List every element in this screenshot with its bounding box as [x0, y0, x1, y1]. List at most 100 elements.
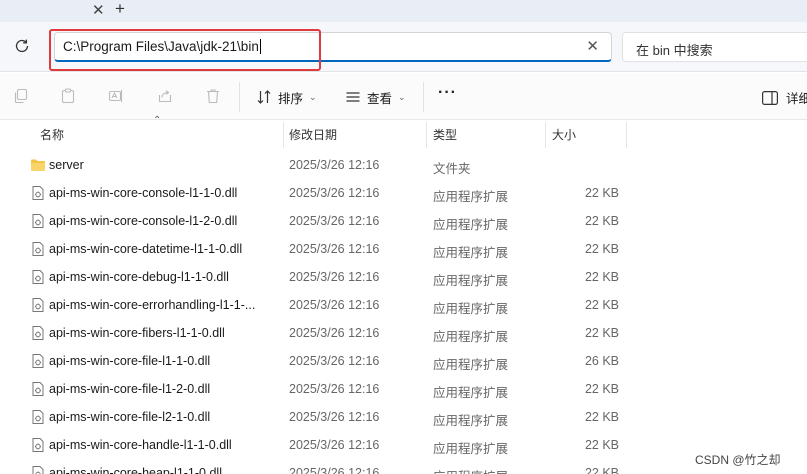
file-type: 文件夹 — [433, 162, 471, 176]
column-header: ⌃ 名称 修改日期 类型 大小 — [0, 115, 807, 148]
dll-file-icon — [32, 466, 44, 474]
sort-icon — [257, 90, 271, 104]
dll-file-icon — [32, 354, 44, 368]
watermark: CSDN @竹之却 — [695, 453, 781, 467]
file-date: 2025/3/26 12:16 — [289, 214, 380, 228]
sort-label: 排序 — [278, 91, 304, 106]
file-date: 2025/3/26 12:16 — [289, 466, 380, 474]
details-label: 详细 — [786, 92, 807, 106]
copy-icon[interactable] — [13, 88, 29, 104]
dll-file-icon — [32, 242, 44, 256]
file-size: 22 KB — [584, 298, 619, 312]
file-type: 应用程序扩展 — [433, 274, 509, 288]
view-button[interactable]: 查看 ⌄ — [345, 87, 406, 107]
clear-address-icon[interactable]: ✕ — [586, 37, 599, 55]
file-name: api-ms-win-core-file-l2-1-0.dll — [49, 410, 211, 424]
new-tab-button[interactable]: + — [115, 0, 125, 19]
list-item[interactable]: api-ms-win-core-errorhandling-l1-1-... 2… — [0, 291, 807, 319]
column-date[interactable]: 修改日期 — [289, 126, 337, 143]
details-pane-icon — [762, 90, 778, 105]
file-date: 2025/3/26 12:16 — [289, 410, 380, 424]
file-name: api-ms-win-core-console-l1-1-0.dll — [49, 186, 238, 200]
details-pane-button[interactable]: 详细 — [762, 88, 807, 107]
dll-file-icon — [32, 298, 44, 312]
list-item[interactable]: api-ms-win-core-file-l1-2-0.dll 2025/3/2… — [0, 375, 807, 403]
file-size: 22 KB — [584, 410, 619, 424]
file-name: api-ms-win-core-file-l1-1-0.dll — [49, 354, 211, 368]
sort-button[interactable]: 排序 ⌄ — [256, 87, 317, 107]
file-name: api-ms-win-core-file-l1-2-0.dll — [49, 382, 211, 396]
refresh-icon[interactable] — [14, 38, 30, 54]
list-item[interactable]: api-ms-win-core-console-l1-2-0.dll 2025/… — [0, 207, 807, 235]
list-item[interactable]: api-ms-win-core-file-l2-1-0.dll 2025/3/2… — [0, 403, 807, 431]
file-type: 应用程序扩展 — [433, 414, 509, 428]
paste-icon[interactable] — [60, 88, 76, 104]
list-item[interactable]: api-ms-win-core-heap-l1-1-0.dll 2025/3/2… — [0, 459, 807, 474]
delete-icon[interactable] — [205, 88, 221, 104]
file-type: 应用程序扩展 — [433, 386, 509, 400]
address-bar-row: C:\Program Files\Java\jdk-21\bin ✕ 在 bin… — [0, 22, 807, 72]
dll-file-icon — [32, 214, 44, 228]
column-divider[interactable] — [545, 122, 546, 148]
file-type: 应用程序扩展 — [433, 190, 509, 204]
view-label: 查看 — [367, 91, 393, 106]
share-icon[interactable] — [157, 88, 173, 104]
file-size: 22 KB — [584, 326, 619, 340]
command-bar: 排序 ⌄ 查看 ⌄ ··· 详细 — [0, 73, 807, 120]
address-input[interactable]: C:\Program Files\Java\jdk-21\bin ✕ — [54, 32, 612, 62]
list-item[interactable]: api-ms-win-core-debug-l1-1-0.dll 2025/3/… — [0, 263, 807, 291]
file-name: api-ms-win-core-datetime-l1-1-0.dll — [49, 242, 243, 256]
column-divider[interactable] — [626, 122, 627, 148]
file-size: 22 KB — [584, 242, 619, 256]
column-divider[interactable] — [426, 122, 427, 148]
file-date: 2025/3/26 12:16 — [289, 158, 380, 172]
chevron-down-icon: ⌄ — [398, 91, 406, 102]
column-divider[interactable] — [283, 122, 284, 148]
folder-icon — [31, 159, 45, 171]
column-type[interactable]: 类型 — [433, 126, 457, 143]
file-type: 应用程序扩展 — [433, 330, 509, 344]
file-type: 应用程序扩展 — [433, 358, 509, 372]
file-date: 2025/3/26 12:16 — [289, 382, 380, 396]
file-size: 26 KB — [584, 354, 619, 368]
tab-strip: ✕ + — [0, 0, 807, 22]
file-size: 22 KB — [584, 270, 619, 284]
column-size[interactable]: 大小 — [552, 126, 576, 143]
file-name: api-ms-win-core-heap-l1-1-0.dll — [49, 466, 222, 474]
file-size: 22 KB — [584, 382, 619, 396]
file-date: 2025/3/26 12:16 — [289, 186, 380, 200]
tab-close-button[interactable]: ✕ — [92, 1, 105, 19]
search-input[interactable]: 在 bin 中搜索 — [622, 32, 807, 62]
list-item[interactable]: api-ms-win-core-datetime-l1-1-0.dll 2025… — [0, 235, 807, 263]
list-item[interactable]: api-ms-win-core-file-l1-1-0.dll 2025/3/2… — [0, 347, 807, 375]
file-name: server — [49, 158, 84, 172]
file-type: 应用程序扩展 — [433, 302, 509, 316]
rename-icon[interactable] — [108, 88, 124, 104]
list-item[interactable]: api-ms-win-core-fibers-l1-1-0.dll 2025/3… — [0, 319, 807, 347]
file-date: 2025/3/26 12:16 — [289, 298, 380, 312]
more-options-button[interactable]: ··· — [438, 84, 457, 102]
file-date: 2025/3/26 12:16 — [289, 270, 380, 284]
dll-file-icon — [32, 326, 44, 340]
file-size: 22 KB — [584, 466, 619, 474]
dll-file-icon — [32, 382, 44, 396]
file-name: api-ms-win-core-errorhandling-l1-1-... — [49, 298, 256, 312]
list-item[interactable]: server 2025/3/26 12:16 文件夹 — [0, 151, 807, 179]
dll-file-icon — [32, 410, 44, 424]
address-path: C:\Program Files\Java\jdk-21\bin — [63, 39, 261, 54]
dll-file-icon — [32, 270, 44, 284]
chevron-down-icon: ⌄ — [309, 91, 317, 102]
list-item[interactable]: api-ms-win-core-console-l1-1-0.dll 2025/… — [0, 179, 807, 207]
file-size: 22 KB — [584, 186, 619, 200]
list-item[interactable]: api-ms-win-core-handle-l1-1-0.dll 2025/3… — [0, 431, 807, 459]
file-type: 应用程序扩展 — [433, 442, 509, 456]
file-name: api-ms-win-core-debug-l1-1-0.dll — [49, 270, 229, 284]
file-type: 应用程序扩展 — [433, 466, 508, 474]
toolbar-divider — [239, 82, 240, 112]
dll-file-icon — [32, 438, 44, 452]
file-date: 2025/3/26 12:16 — [289, 438, 380, 452]
file-type: 应用程序扩展 — [433, 246, 509, 260]
column-name[interactable]: 名称 — [40, 126, 64, 143]
file-name: api-ms-win-core-fibers-l1-1-0.dll — [49, 326, 225, 340]
view-list-icon — [346, 92, 360, 102]
